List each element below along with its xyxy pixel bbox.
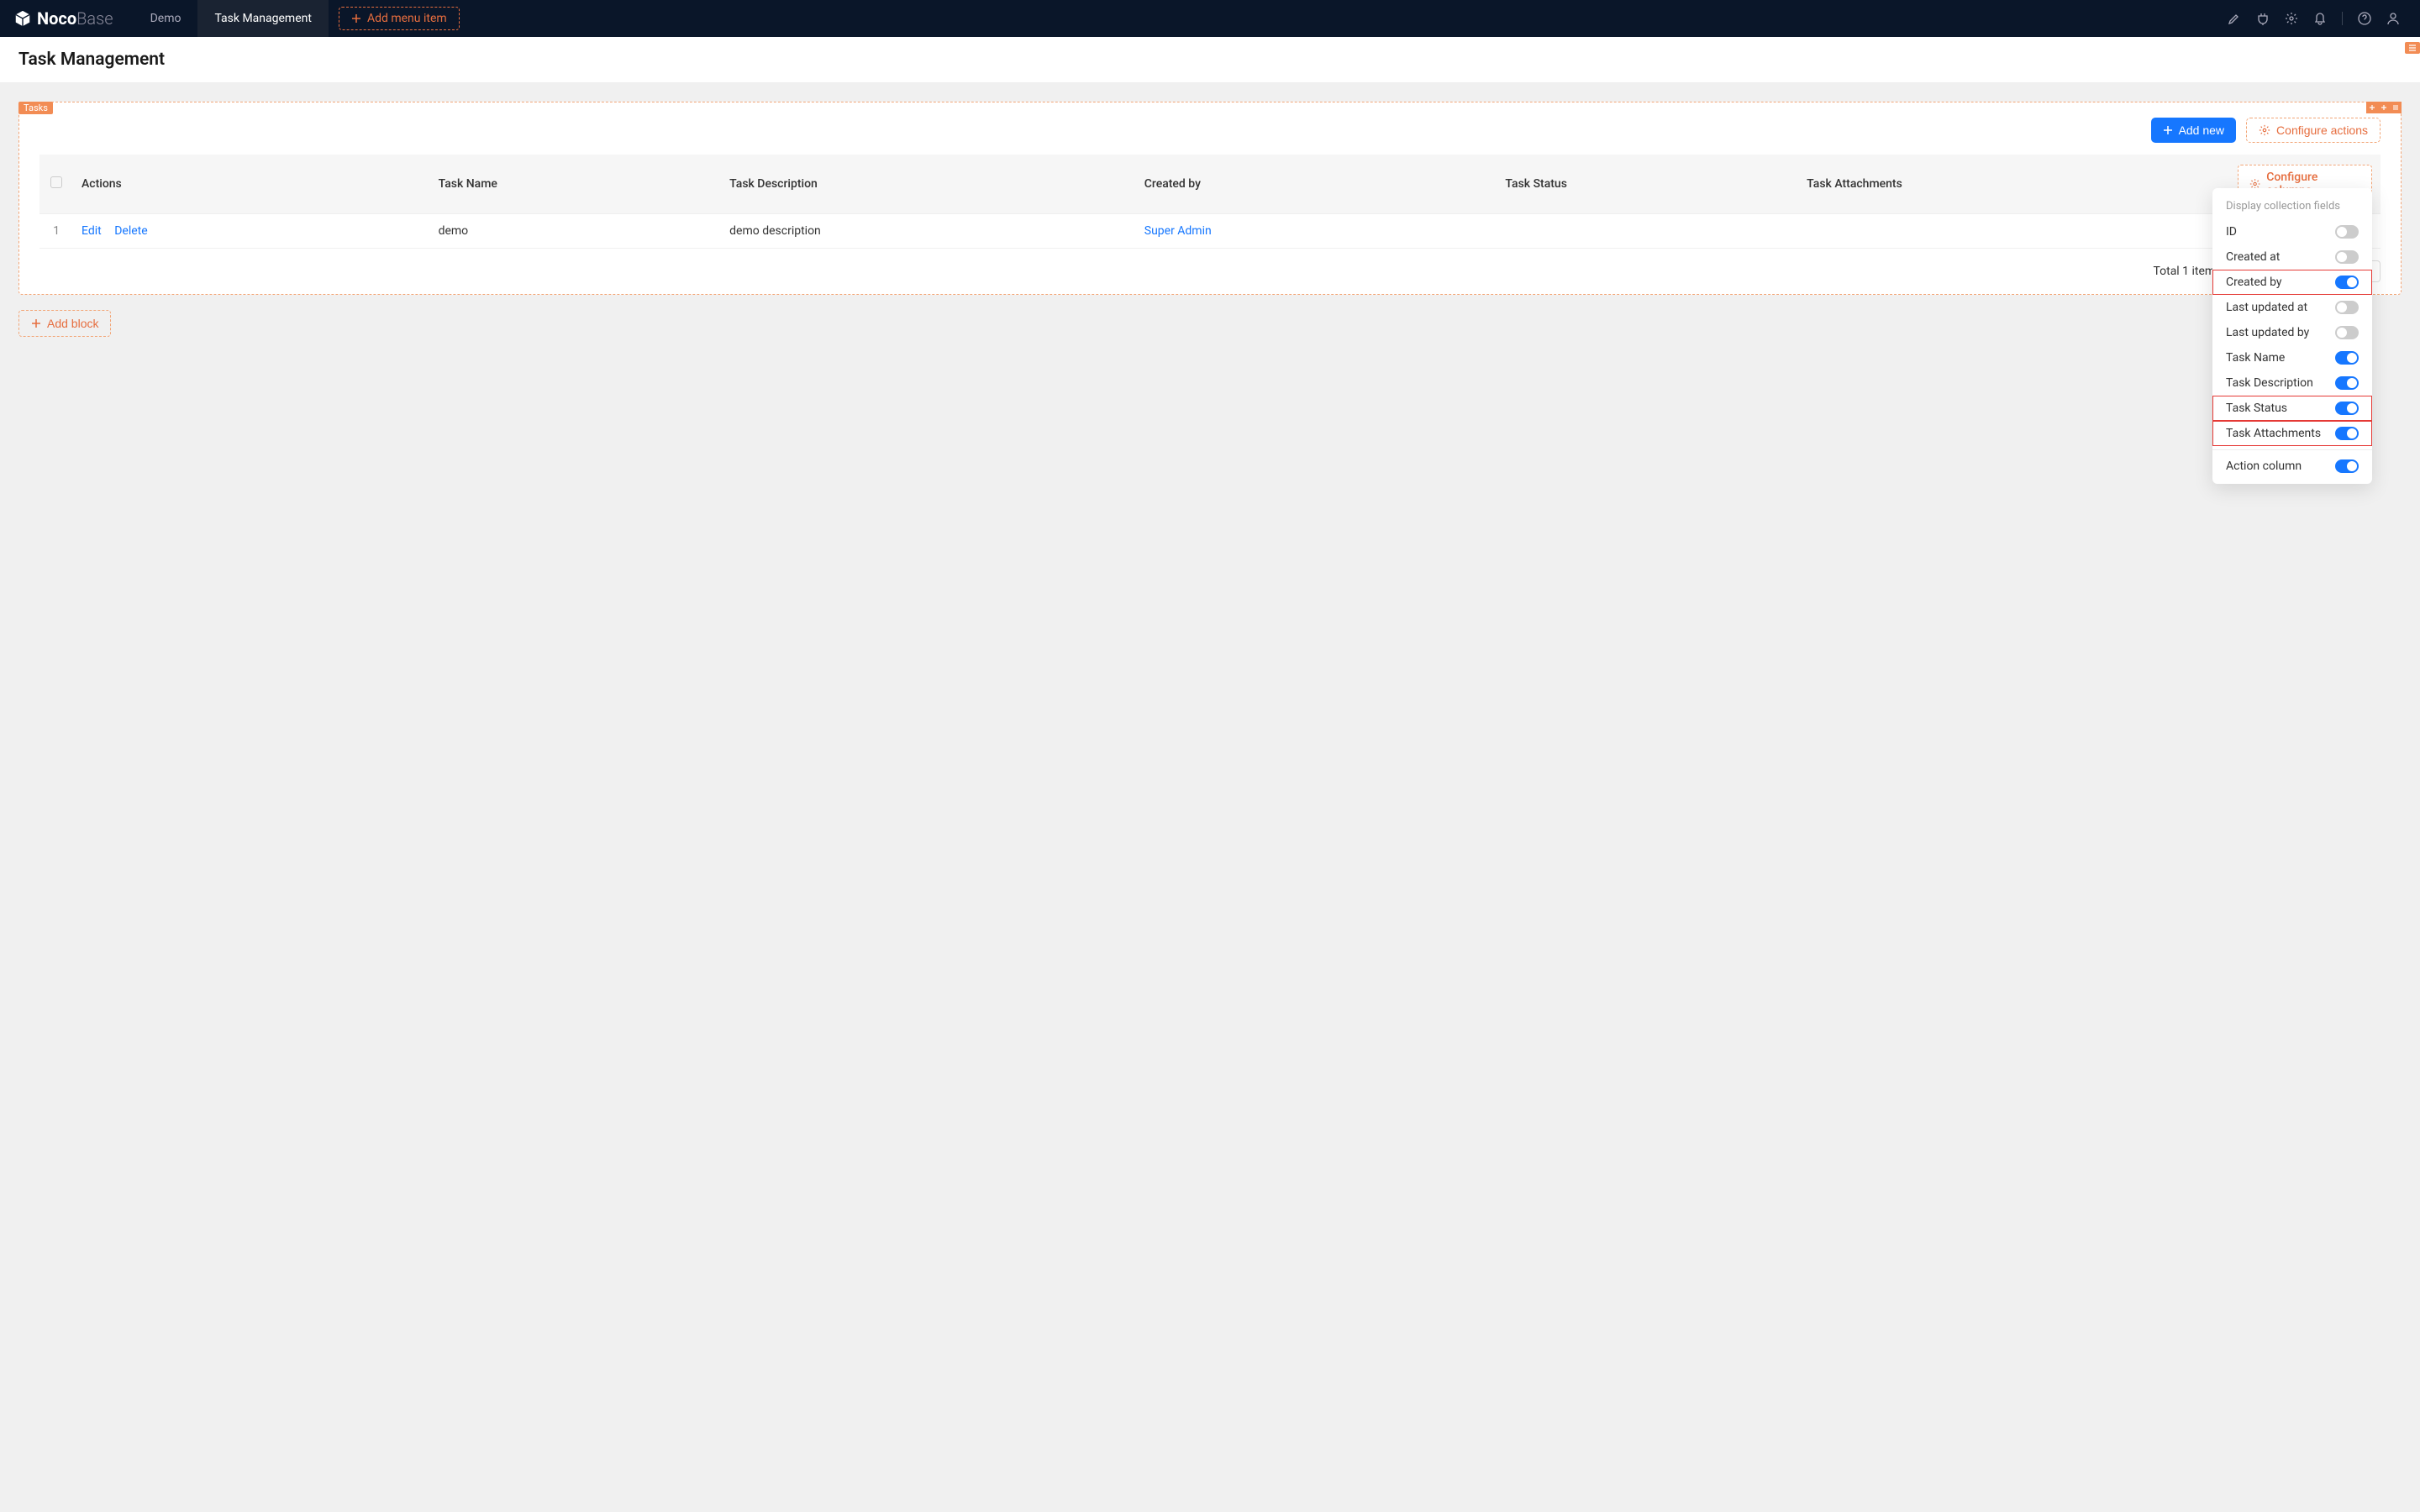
toggle-field[interactable] <box>2335 402 2359 415</box>
plus-icon <box>351 13 361 24</box>
dropdown-item-label: Task Name <box>2226 351 2285 365</box>
dropdown-item[interactable]: Task Description <box>2212 370 2372 396</box>
dropdown-item-label: Task Status <box>2226 402 2287 415</box>
tasks-block: Tasks Add new Configure actions Action <box>18 102 2402 295</box>
dropdown-item-label: Task Description <box>2226 376 2313 390</box>
toggle-field[interactable] <box>2335 351 2359 365</box>
col-configure: Configure columns Display collection fie… <box>2229 155 2381 214</box>
block-add-right-icon[interactable] <box>2378 102 2390 113</box>
logo[interactable]: NocoBase <box>7 8 113 29</box>
col-actions: Actions <box>73 155 430 214</box>
row-description: demo description <box>721 214 1136 249</box>
dropdown-item[interactable]: Created at <box>2212 244 2372 270</box>
dropdown-item-action-column[interactable]: Action column <box>2212 454 2372 479</box>
block-menu-icon[interactable] <box>2390 102 2402 113</box>
nav-tabs: Demo Task Management <box>134 0 329 37</box>
dropdown-item[interactable]: Created by <box>2212 270 2372 295</box>
plus-icon <box>2163 125 2173 135</box>
block-controls <box>2366 102 2402 113</box>
toggle-field[interactable] <box>2335 427 2359 440</box>
add-new-button[interactable]: Add new <box>2151 118 2236 143</box>
dropdown-item-label: ID <box>2226 225 2237 239</box>
toggle-field[interactable] <box>2335 301 2359 314</box>
add-menu-item-button[interactable]: Add menu item <box>339 7 460 30</box>
toggle-field[interactable] <box>2335 276 2359 289</box>
checkbox-header <box>39 155 73 214</box>
dropdown-item[interactable]: Task Name <box>2212 345 2372 370</box>
dropdown-item-label: Last updated by <box>2226 326 2309 339</box>
dropdown-item-label: Action column <box>2226 459 2302 473</box>
nav-tab-task-management[interactable]: Task Management <box>197 0 328 37</box>
add-new-label: Add new <box>2179 123 2224 137</box>
plus-icon <box>31 318 41 328</box>
pagination: Total 1 items ‹ 1 › 20 / page <box>19 249 2401 282</box>
block-add-left-icon[interactable] <box>2366 102 2378 113</box>
edit-link[interactable]: Edit <box>82 224 102 238</box>
block-label: Tasks <box>18 102 53 114</box>
help-icon[interactable] <box>2358 12 2371 25</box>
table-wrap: Actions Task Name Task Description Creat… <box>19 155 2401 249</box>
row-created-by: Super Admin <box>1136 214 1497 249</box>
nav-tab-demo[interactable]: Demo <box>134 0 198 37</box>
page-title-bar: Task Management <box>0 37 2420 83</box>
toggle-field[interactable] <box>2335 326 2359 339</box>
col-task-attachments: Task Attachments <box>1798 155 2229 214</box>
col-task-status: Task Status <box>1497 155 1798 214</box>
dropdown-item[interactable]: Task Attachments <box>2212 421 2372 446</box>
dropdown-item[interactable]: Task Status <box>2212 396 2372 421</box>
dropdown-item[interactable]: ID <box>2212 219 2372 244</box>
logo-text: NocoBase <box>37 8 113 29</box>
logo-icon <box>13 9 32 28</box>
add-block-button[interactable]: Add block <box>18 310 111 337</box>
dropdown-header: Display collection fields <box>2212 193 2372 219</box>
add-block-label: Add block <box>47 317 98 330</box>
dropdown-divider <box>2212 449 2372 450</box>
highlight-icon[interactable] <box>2228 12 2241 25</box>
col-created-by: Created by <box>1136 155 1497 214</box>
configure-actions-label: Configure actions <box>2276 123 2368 137</box>
table-row: 1 Edit Delete demo demo description Supe… <box>39 214 2381 249</box>
total-items-label: Total 1 items <box>2153 265 2221 278</box>
page-menu-badge[interactable] <box>2405 42 2420 54</box>
dropdown-item[interactable]: Last updated at <box>2212 295 2372 320</box>
gear-icon <box>2259 124 2270 136</box>
app-header: NocoBase Demo Task Management Add menu i… <box>0 0 2420 37</box>
menu-icon <box>2408 44 2417 52</box>
col-task-name: Task Name <box>430 155 722 214</box>
configure-actions-button[interactable]: Configure actions <box>2246 118 2381 143</box>
dropdown-item-label: Last updated at <box>2226 301 2307 314</box>
created-by-link[interactable]: Super Admin <box>1144 224 1212 238</box>
tasks-table: Actions Task Name Task Description Creat… <box>39 155 2381 249</box>
row-status <box>1497 214 1798 249</box>
delete-link[interactable]: Delete <box>114 224 147 238</box>
row-actions: Edit Delete <box>73 214 430 249</box>
toggle-field[interactable] <box>2335 376 2359 390</box>
bell-icon[interactable] <box>2313 12 2327 25</box>
toggle-field[interactable] <box>2335 225 2359 239</box>
page-title: Task Management <box>18 50 2402 70</box>
row-index: 1 <box>39 214 73 249</box>
row-attachments <box>1798 214 2229 249</box>
plugin-icon[interactable] <box>2256 12 2270 25</box>
toggle-field[interactable] <box>2335 250 2359 264</box>
block-action-bar: Add new Configure actions <box>19 102 2401 155</box>
add-menu-item-label: Add menu item <box>367 12 447 25</box>
row-name: demo <box>430 214 722 249</box>
col-task-description: Task Description <box>721 155 1136 214</box>
select-all-checkbox[interactable] <box>50 176 62 188</box>
dropdown-item-label: Created by <box>2226 276 2282 289</box>
configure-columns-dropdown: Display collection fields ID Created at Cr… <box>2212 188 2372 484</box>
dropdown-item-label: Created at <box>2226 250 2280 264</box>
user-icon[interactable] <box>2386 12 2400 25</box>
toggle-action-column[interactable] <box>2335 459 2359 473</box>
gear-icon[interactable] <box>2285 12 2298 25</box>
header-divider <box>2342 12 2343 25</box>
dropdown-item-label: Task Attachments <box>2226 427 2321 440</box>
dropdown-item[interactable]: Last updated by <box>2212 320 2372 345</box>
content-area: Tasks Add new Configure actions Action <box>0 83 2420 355</box>
header-icons <box>2228 12 2413 25</box>
